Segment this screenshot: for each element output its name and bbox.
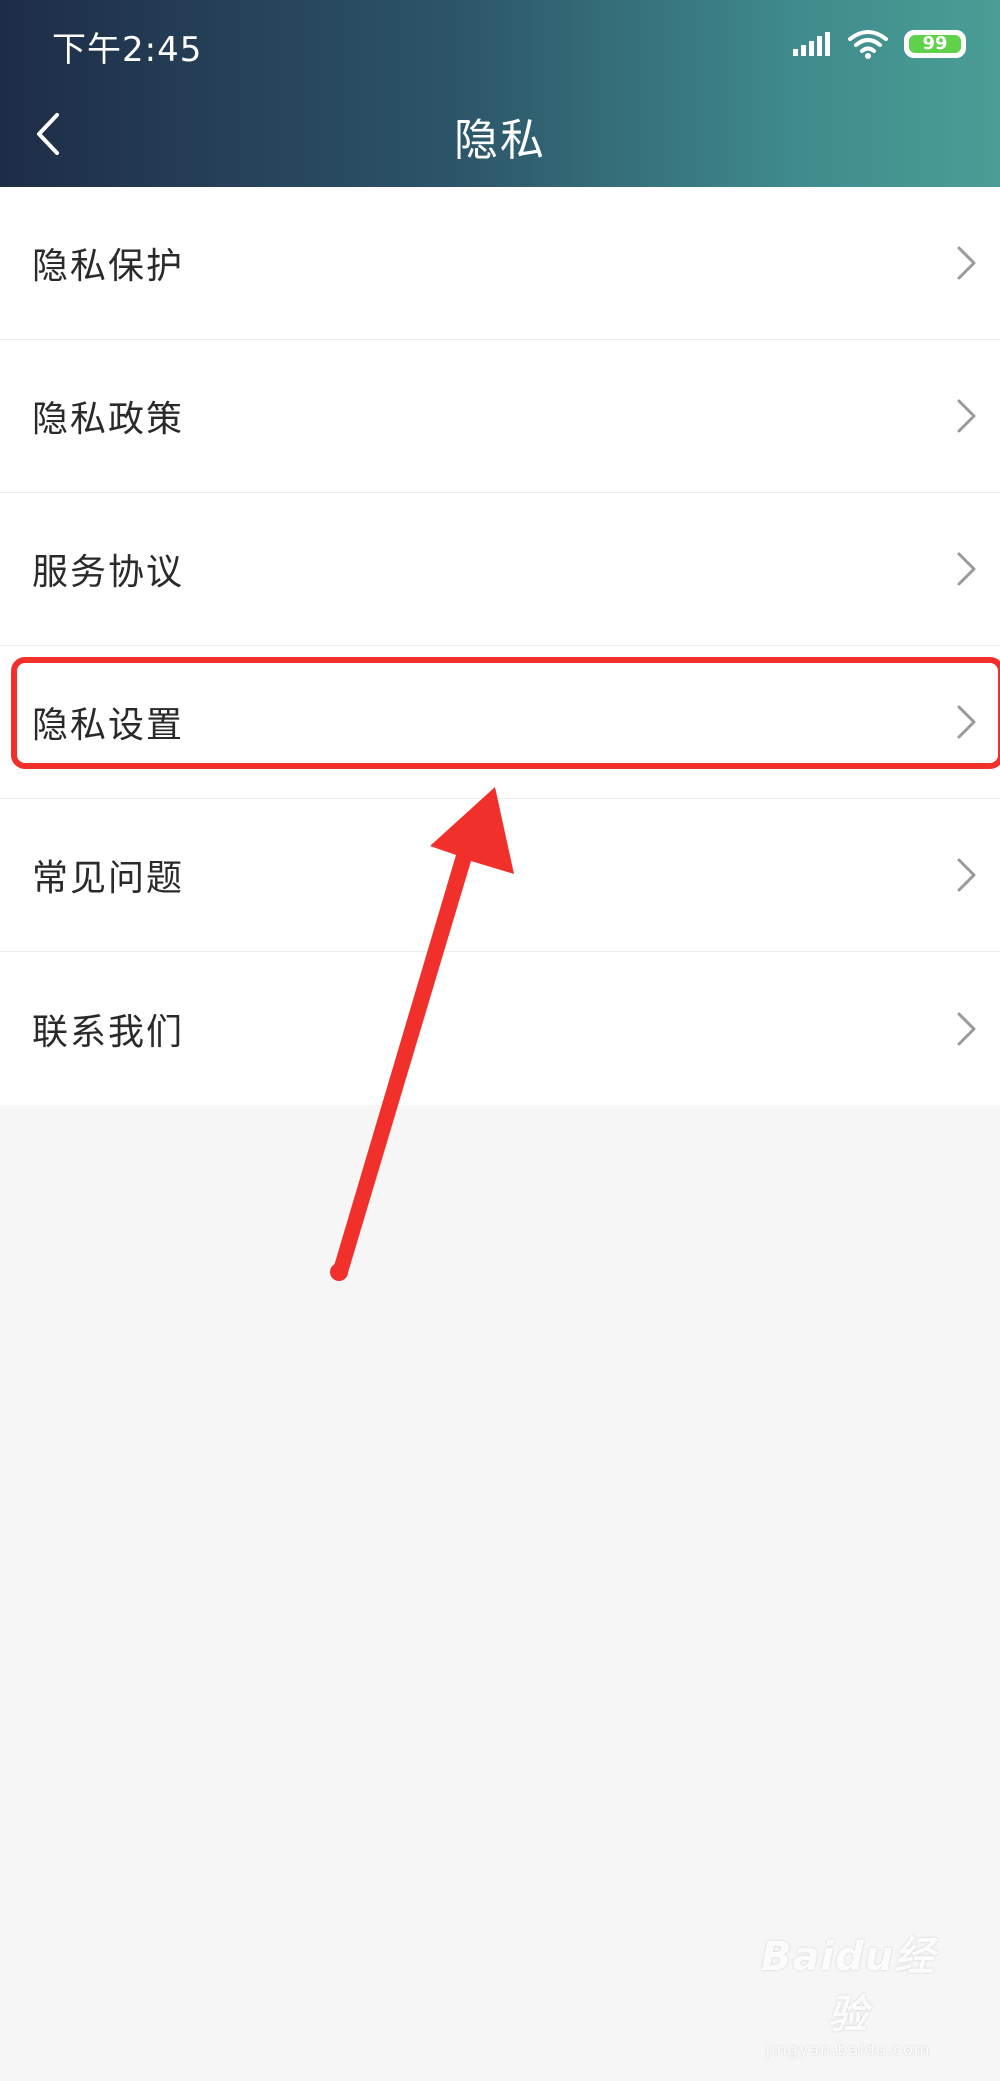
chevron-right-icon bbox=[957, 858, 976, 892]
status-icons: 99 bbox=[792, 24, 966, 64]
chevron-right-icon bbox=[957, 552, 976, 586]
chevron-right-icon bbox=[957, 705, 976, 739]
menu-item-label: 隐私政策 bbox=[32, 399, 185, 440]
menu-item-privacy-policy[interactable]: 隐私政策 bbox=[0, 340, 1000, 493]
menu-item-label: 常见问题 bbox=[32, 858, 185, 899]
chevron-right-icon bbox=[957, 399, 976, 433]
battery-level: 99 bbox=[922, 33, 948, 54]
menu-item-label: 隐私设置 bbox=[32, 705, 185, 746]
battery-icon: 99 bbox=[904, 30, 966, 58]
watermark: Baidu经验 jingyan.baidu.com bbox=[748, 1924, 948, 2059]
privacy-menu-list: 隐私保护 隐私政策 服务协议 隐私设置 常见问题 联系我们 bbox=[0, 187, 1000, 1105]
page-title: 隐私 bbox=[454, 115, 546, 166]
menu-item-faq[interactable]: 常见问题 bbox=[0, 799, 1000, 952]
chevron-right-icon bbox=[957, 1012, 976, 1045]
watermark-url: jingyan.baidu.com bbox=[765, 2040, 931, 2059]
signal-icon bbox=[793, 32, 830, 56]
menu-item-privacy-protection[interactable]: 隐私保护 bbox=[0, 187, 1000, 340]
wifi-icon bbox=[848, 30, 888, 59]
menu-item-label: 联系我们 bbox=[32, 1011, 185, 1053]
menu-item-label: 隐私保护 bbox=[32, 246, 185, 287]
watermark-logo: Baidu经验 bbox=[760, 1934, 936, 2038]
menu-item-privacy-settings[interactable]: 隐私设置 bbox=[0, 646, 1000, 799]
status-time: 下午2:45 bbox=[52, 30, 203, 70]
app-header: 下午2:45 99 隐私 bbox=[0, 0, 1000, 187]
chevron-right-icon bbox=[957, 246, 976, 280]
menu-item-label: 服务协议 bbox=[32, 552, 185, 593]
menu-item-contact-us[interactable]: 联系我们 bbox=[0, 952, 1000, 1105]
menu-item-service-agreement[interactable]: 服务协议 bbox=[0, 493, 1000, 646]
